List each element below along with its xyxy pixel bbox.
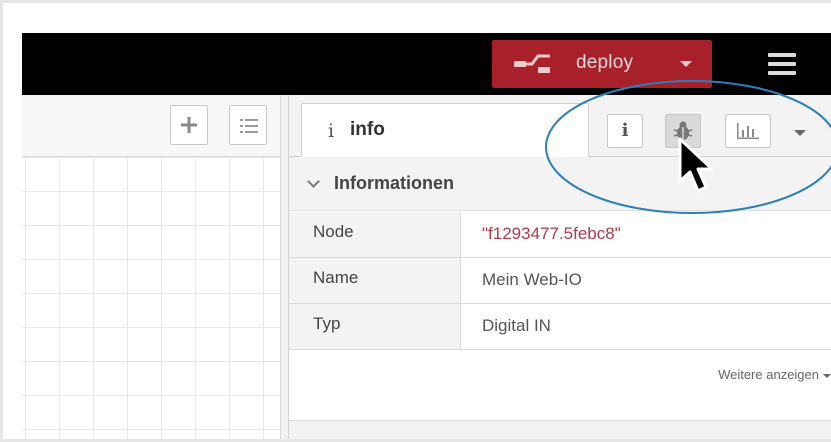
hamburger-line xyxy=(768,62,796,66)
property-key: Node xyxy=(289,212,461,257)
screenshot-frame: deploy i info i Informationen Node "f129… xyxy=(0,0,831,442)
show-more-link[interactable]: Weitere anzeigen xyxy=(289,350,831,402)
hamburger-line xyxy=(768,71,796,75)
table-row: Name Mein Web-IO xyxy=(289,258,831,304)
info-tab-label: info xyxy=(350,119,385,140)
info-tab-icon: i xyxy=(328,120,335,142)
section-title: Informationen xyxy=(334,173,454,193)
list-icon xyxy=(240,119,258,133)
deploy-dropdown-icon[interactable] xyxy=(680,61,692,67)
property-value: "f1293477.5febc8" xyxy=(482,224,621,243)
property-value: Mein Web-IO xyxy=(482,270,582,289)
properties-table: Node "f1293477.5febc8" Name Mein Web-IO … xyxy=(289,212,831,382)
sidebar-separator[interactable] xyxy=(280,95,288,439)
deploy-icon xyxy=(514,54,550,73)
workspace-tabbar xyxy=(22,95,287,157)
add-flow-button[interactable] xyxy=(170,105,208,145)
show-more-label: Weitere anzeigen xyxy=(718,367,819,382)
property-value: Digital IN xyxy=(482,316,551,335)
mouse-pointer-icon xyxy=(678,137,714,193)
flow-workspace xyxy=(22,95,288,439)
workspace-grid[interactable] xyxy=(22,157,280,439)
table-row: Node "f1293477.5febc8" xyxy=(289,212,831,258)
node-red-editor: deploy i info i Informationen Node "f129… xyxy=(22,19,831,439)
hamburger-line xyxy=(768,53,796,57)
property-key: Name xyxy=(289,258,461,303)
deploy-label: deploy xyxy=(576,52,634,73)
main-menu-button[interactable] xyxy=(768,53,798,77)
property-key: Typ xyxy=(289,304,461,349)
table-row: Typ Digital IN xyxy=(289,304,831,350)
plus-icon xyxy=(181,117,197,133)
chevron-down-icon xyxy=(307,175,320,188)
next-section-header[interactable] xyxy=(289,420,831,439)
caret-down-icon xyxy=(823,374,831,378)
list-flows-button[interactable] xyxy=(229,105,267,145)
